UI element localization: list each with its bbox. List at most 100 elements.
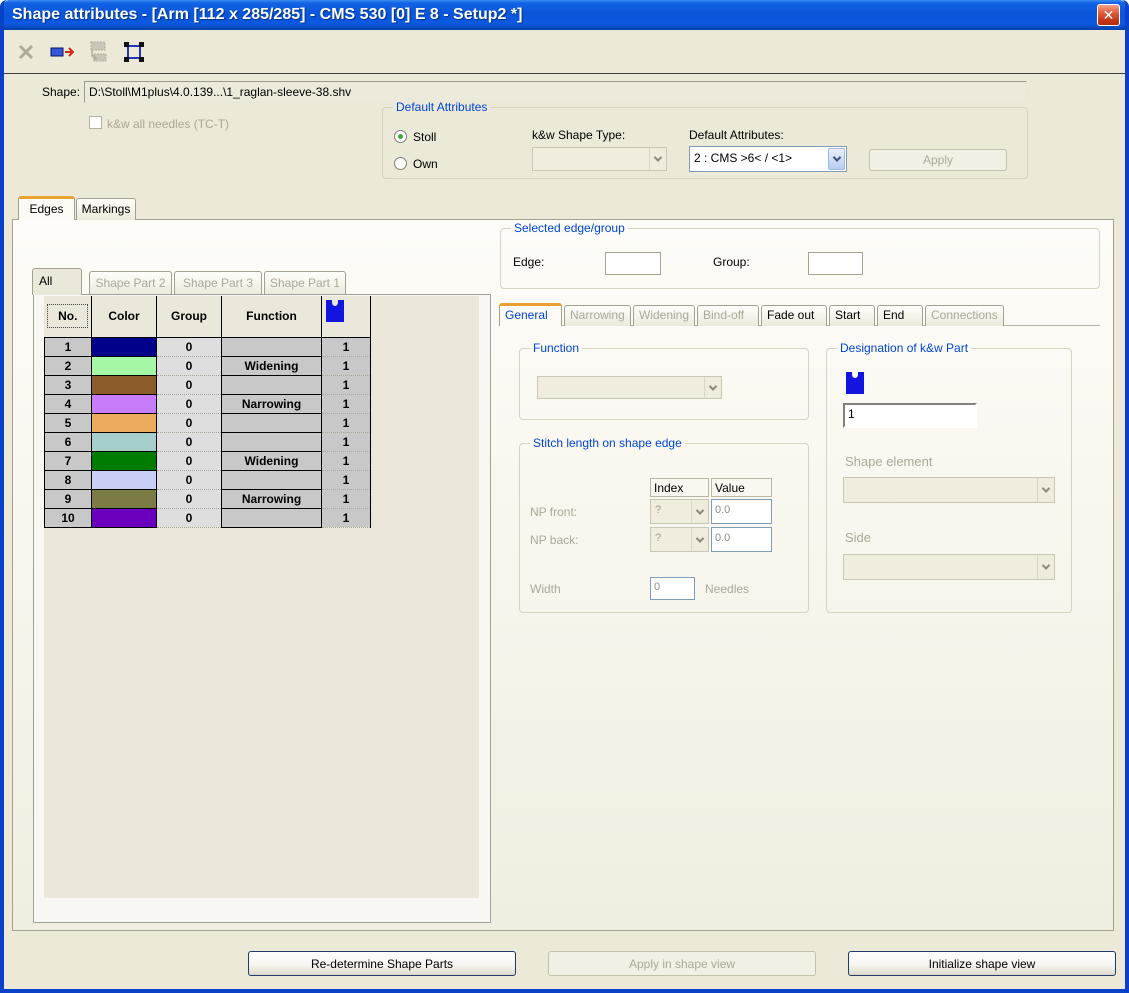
edge-group-cell[interactable]: 0 [157, 337, 222, 356]
side-combo[interactable] [843, 554, 1055, 580]
detail-tab-narrowing[interactable]: Narrowing [564, 305, 631, 326]
own-radio[interactable] [394, 157, 407, 170]
edge-no-cell[interactable]: 9 [45, 489, 92, 508]
stoll-radio[interactable] [394, 130, 407, 143]
edge-no-cell[interactable]: 10 [45, 508, 92, 527]
col-header-group[interactable]: Group [157, 296, 222, 337]
edge-no-cell[interactable]: 1 [45, 337, 92, 356]
edge-color-cell[interactable] [92, 413, 157, 432]
edge-function-cell[interactable]: Widening [222, 451, 322, 470]
edge-no-cell[interactable]: 3 [45, 375, 92, 394]
edge-function-cell[interactable]: Narrowing [222, 394, 322, 413]
col-header-part[interactable] [322, 296, 371, 337]
close-button[interactable]: ✕ [1097, 4, 1120, 26]
edge-color-cell[interactable] [92, 337, 157, 356]
np-front-value-field[interactable]: 0.0 [711, 499, 772, 524]
function-combo[interactable] [537, 376, 722, 399]
edge-no-cell[interactable]: 6 [45, 432, 92, 451]
initialize-shape-view-button[interactable]: Initialize shape view [848, 951, 1116, 976]
shape-element-label: Shape element [845, 454, 932, 469]
group-value-field[interactable] [808, 252, 863, 275]
detail-tab-bind-off[interactable]: Bind-off [697, 305, 759, 326]
part-tab-shape-part-2[interactable]: Shape Part 2 [89, 271, 172, 295]
edge-function-cell[interactable] [222, 375, 322, 394]
edge-part-cell[interactable]: 1 [322, 337, 371, 356]
part-tab-all[interactable]: All [32, 268, 82, 295]
edge-group-cell[interactable]: 0 [157, 451, 222, 470]
edge-row-3: 3 0 1 [45, 375, 371, 394]
edge-group-cell[interactable]: 0 [157, 375, 222, 394]
width-field[interactable]: 0 [650, 577, 695, 600]
edge-part-cell[interactable]: 1 [322, 489, 371, 508]
edge-group-cell[interactable]: 0 [157, 432, 222, 451]
edge-color-cell[interactable] [92, 375, 157, 394]
edge-part-cell[interactable]: 1 [322, 375, 371, 394]
needles-label: Needles [705, 582, 749, 596]
group-label: Group: [713, 255, 750, 269]
part-number-field[interactable]: 1 [843, 403, 977, 428]
edge-group-cell[interactable]: 0 [157, 470, 222, 489]
edge-function-cell[interactable] [222, 470, 322, 489]
edge-group-cell[interactable]: 0 [157, 508, 222, 527]
part-tab-shape-part-3[interactable]: Shape Part 3 [174, 271, 262, 295]
apply-attribute-icon[interactable] [50, 40, 74, 64]
edge-function-cell[interactable]: Narrowing [222, 489, 322, 508]
detail-tab-end[interactable]: End [877, 305, 923, 326]
select-shape-icon[interactable] [122, 40, 146, 64]
edge-color-cell[interactable] [92, 489, 157, 508]
part-tab-shape-part-1[interactable]: Shape Part 1 [264, 271, 346, 295]
kw-shape-type-combo[interactable] [532, 147, 667, 171]
side-label: Side [845, 530, 871, 545]
apply-button[interactable]: Apply [869, 149, 1007, 171]
edge-color-cell[interactable] [92, 470, 157, 489]
edge-part-cell[interactable]: 1 [322, 470, 371, 489]
edge-group-cell[interactable]: 0 [157, 356, 222, 375]
edge-no-cell[interactable]: 7 [45, 451, 92, 470]
edge-group-cell[interactable]: 0 [157, 394, 222, 413]
edge-part-cell[interactable]: 1 [322, 413, 371, 432]
tab-edges[interactable]: Edges [18, 196, 75, 220]
edge-no-cell[interactable]: 2 [45, 356, 92, 375]
edge-function-cell[interactable] [222, 508, 322, 527]
col-header-color[interactable]: Color [92, 296, 157, 337]
np-back-index-combo[interactable]: ? [650, 527, 709, 552]
edge-part-cell[interactable]: 1 [322, 356, 371, 375]
edge-label: Edge: [513, 255, 544, 269]
delete-icon [14, 40, 38, 64]
edge-no-cell[interactable]: 4 [45, 394, 92, 413]
np-front-index-combo[interactable]: ? [650, 499, 709, 524]
edge-group-cell[interactable]: 0 [157, 489, 222, 508]
edge-value-field[interactable] [605, 252, 661, 275]
tab-markings[interactable]: Markings [76, 198, 136, 220]
detail-tab-fade-out[interactable]: Fade out [761, 305, 827, 326]
edge-function-cell[interactable] [222, 432, 322, 451]
col-header-function[interactable]: Function [222, 296, 322, 337]
edge-function-cell[interactable]: Widening [222, 356, 322, 375]
edge-color-cell[interactable] [92, 432, 157, 451]
detail-tab-widening[interactable]: Widening [633, 305, 695, 326]
detail-tab-general[interactable]: General [499, 303, 562, 326]
edge-group-cell[interactable]: 0 [157, 413, 222, 432]
edge-part-cell[interactable]: 1 [322, 508, 371, 527]
edge-no-cell[interactable]: 5 [45, 413, 92, 432]
edge-function-cell[interactable] [222, 337, 322, 356]
edge-color-cell[interactable] [92, 356, 157, 375]
apply-in-shape-view-button[interactable]: Apply in shape view [548, 951, 816, 976]
edge-color-cell[interactable] [92, 508, 157, 527]
col-header-no[interactable]: No. [45, 296, 92, 337]
shape-element-combo[interactable] [843, 477, 1055, 503]
edge-color-cell[interactable] [92, 394, 157, 413]
detail-tab-connections[interactable]: Connections [925, 305, 1004, 326]
edge-part-cell[interactable]: 1 [322, 394, 371, 413]
edge-function-cell[interactable] [222, 413, 322, 432]
default-attributes-combo[interactable]: 2 : CMS >6< / <1> [689, 146, 847, 172]
width-label: Width [530, 582, 561, 596]
np-back-value-field[interactable]: 0.0 [711, 527, 772, 552]
edge-no-cell[interactable]: 8 [45, 470, 92, 489]
edge-color-cell[interactable] [92, 451, 157, 470]
edge-part-cell[interactable]: 1 [322, 451, 371, 470]
edge-part-cell[interactable]: 1 [322, 432, 371, 451]
kw-all-needles-checkbox[interactable] [89, 116, 102, 129]
re-determine-shape-parts-button[interactable]: Re-determine Shape Parts [248, 951, 516, 976]
detail-tab-start[interactable]: Start [829, 305, 875, 326]
